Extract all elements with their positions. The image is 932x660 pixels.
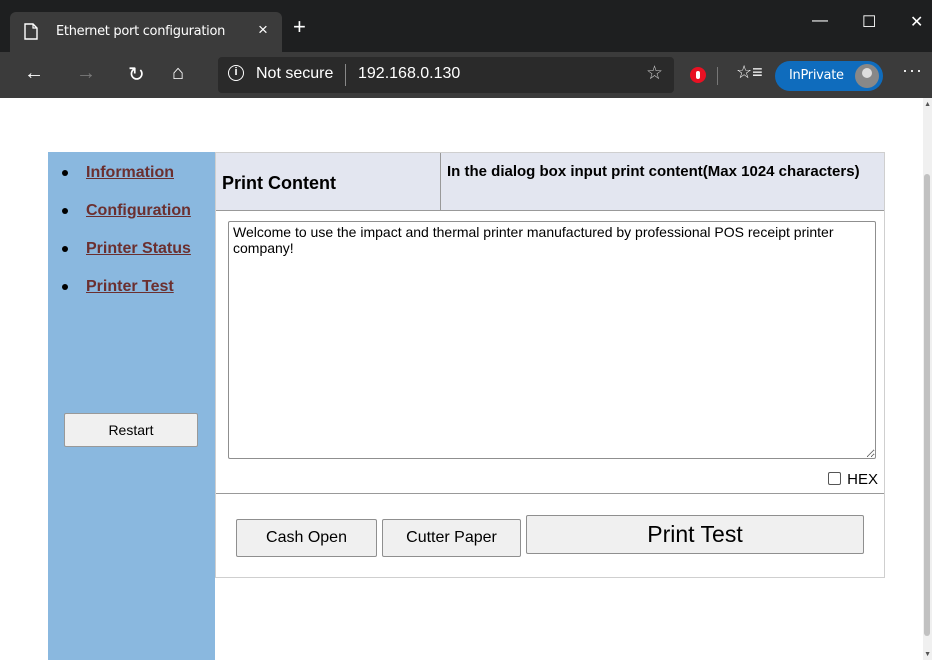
- panel-title: Print Content: [222, 173, 336, 193]
- bullet-icon: [62, 284, 68, 290]
- refresh-icon[interactable]: ↻: [128, 62, 145, 87]
- sidebar-link-information[interactable]: Information: [86, 164, 174, 182]
- hex-label: HEX: [847, 471, 878, 488]
- bullet-icon: [62, 170, 68, 176]
- address-divider: [345, 64, 346, 86]
- bullet-icon: [62, 246, 68, 252]
- header-description-cell: In the dialog box input print content(Ma…: [441, 153, 884, 211]
- scroll-thumb[interactable]: [924, 174, 930, 636]
- print-test-button[interactable]: Print Test: [526, 515, 864, 554]
- forward-icon[interactable]: →: [76, 62, 96, 85]
- minimize-icon[interactable]: —: [812, 12, 828, 30]
- print-content-panel: Print Content In the dialog box input pr…: [215, 152, 885, 578]
- bullet-icon: [62, 208, 68, 214]
- scroll-up-icon[interactable]: ▲: [924, 101, 931, 108]
- sidebar-link-configuration[interactable]: Configuration: [86, 202, 191, 220]
- home-icon[interactable]: ⌂: [172, 62, 184, 85]
- maximize-icon[interactable]: ☐: [862, 12, 876, 32]
- inprivate-button[interactable]: InPrivate: [775, 61, 883, 91]
- section-divider: [216, 493, 884, 494]
- scroll-down-icon[interactable]: ▼: [924, 651, 931, 658]
- hex-option[interactable]: HEX: [828, 471, 878, 488]
- inprivate-label: InPrivate: [789, 68, 844, 83]
- close-icon[interactable]: ✕: [910, 12, 923, 32]
- new-tab-icon[interactable]: +: [293, 14, 306, 40]
- security-status[interactable]: Not secure: [256, 65, 333, 83]
- browser-titlebar: Ethernet port configuration × + — ☐ ✕: [0, 0, 932, 52]
- print-content-textarea[interactable]: [228, 221, 876, 459]
- extension-icon[interactable]: [690, 67, 706, 83]
- favorites-icon[interactable]: ☆≡: [736, 62, 763, 83]
- page-icon: [24, 23, 38, 40]
- toolbar-divider: [717, 67, 718, 85]
- page-scrollbar[interactable]: ▲ ▼: [923, 98, 932, 660]
- hex-checkbox[interactable]: [828, 472, 842, 485]
- sidebar-link-printer-test[interactable]: Printer Test: [86, 278, 174, 296]
- sidebar-link-printer-status[interactable]: Printer Status: [86, 240, 191, 258]
- cutter-paper-button[interactable]: Cutter Paper: [382, 519, 521, 557]
- tab-title: Ethernet port configuration: [56, 24, 226, 39]
- star-icon[interactable]: ☆: [646, 62, 663, 85]
- page-viewport: Information Configuration Printer Status…: [0, 98, 932, 660]
- address-bar[interactable]: i Not secure 192.168.0.130 ☆: [218, 57, 674, 93]
- cash-open-button[interactable]: Cash Open: [236, 519, 377, 557]
- address-url[interactable]: 192.168.0.130: [358, 65, 460, 83]
- header-title-cell: Print Content: [216, 153, 441, 211]
- back-icon[interactable]: ←: [24, 62, 44, 85]
- browser-toolbar: ← → ↻ ⌂ i Not secure 192.168.0.130 ☆ ☆≡ …: [0, 52, 932, 98]
- sidebar: Information Configuration Printer Status…: [48, 152, 215, 660]
- tab-close-icon[interactable]: ×: [258, 20, 268, 40]
- more-icon[interactable]: ···: [902, 60, 923, 81]
- browser-tab[interactable]: Ethernet port configuration ×: [10, 12, 282, 52]
- info-icon[interactable]: i: [228, 65, 244, 81]
- restart-button[interactable]: Restart: [64, 413, 198, 447]
- profile-avatar-icon: [855, 64, 879, 88]
- panel-description: In the dialog box input print content(Ma…: [447, 163, 860, 180]
